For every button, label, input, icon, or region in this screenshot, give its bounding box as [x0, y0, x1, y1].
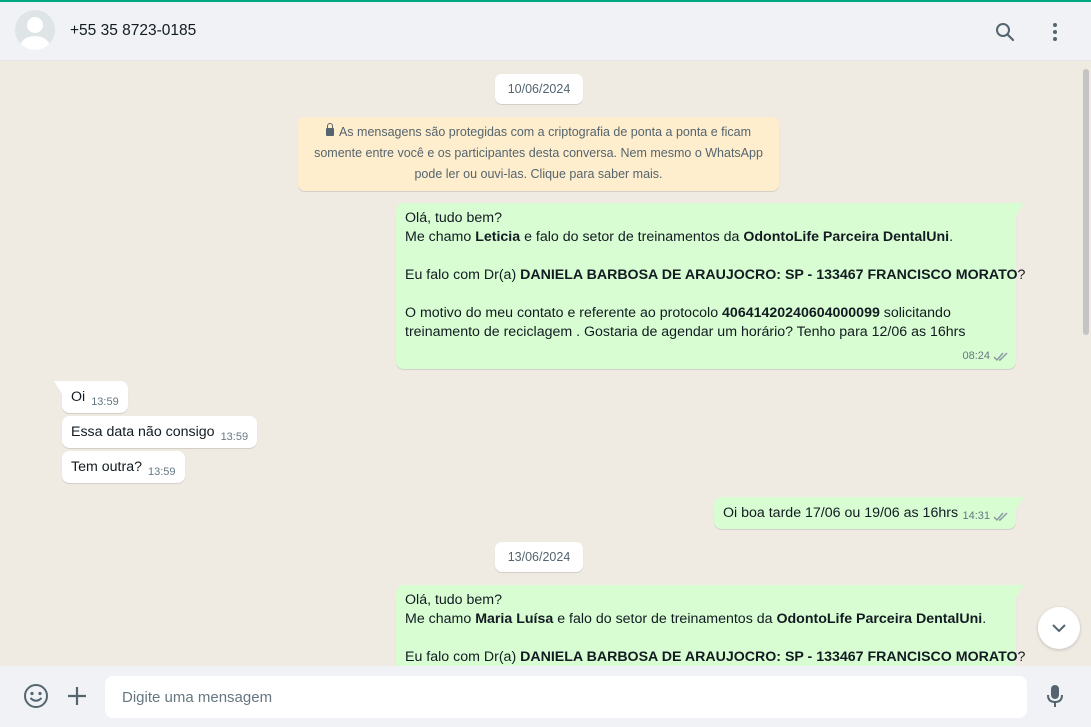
encryption-notice[interactable]: As mensagens são protegidas com a cripto… — [298, 117, 779, 191]
mic-icon[interactable] — [1041, 682, 1069, 710]
scroll-down-button[interactable] — [1038, 607, 1080, 649]
outgoing-message[interactable]: Oi boa tarde 17/06 ou 19/06 as 16hrs 14:… — [714, 497, 1024, 529]
encryption-text-2: somente entre você e os participantes de… — [314, 146, 763, 160]
date-chip: 13/06/2024 — [495, 542, 583, 572]
message-time: 13:59 — [147, 466, 176, 478]
message-text: Essa data não consigo — [71, 424, 215, 440]
composer — [0, 666, 1091, 727]
message-meta: 14:31 — [962, 507, 1009, 526]
double-check-icon — [993, 352, 1008, 362]
scrollbar[interactable] — [1083, 69, 1089, 335]
message-text: Me chamo Leticia e falo do setor de trei… — [405, 229, 954, 245]
message-text: Me chamo Maria Luísa e falo do setor de … — [405, 611, 987, 627]
message-text: Eu falo com Dr(a) DANIELA BARBOSA DE ARA… — [405, 649, 1026, 665]
message-input[interactable] — [105, 676, 1027, 718]
outgoing-message[interactable]: Olá, tudo bem? Me chamo Leticia e falo d… — [396, 203, 1026, 369]
message-text: Oi — [71, 389, 86, 405]
message-text: Tem outra? — [71, 459, 142, 475]
lock-icon — [325, 123, 334, 136]
contact-name[interactable]: +55 35 8723-0185 — [70, 22, 196, 40]
chevron-down-icon — [1052, 624, 1066, 633]
double-check-icon — [993, 512, 1008, 522]
message-text: Eu falo com Dr(a) DANIELA BARBOSA DE ARA… — [405, 267, 1026, 283]
avatar[interactable] — [15, 10, 55, 50]
message-time: 14:31 — [962, 510, 990, 522]
date-chip: 10/06/2024 — [495, 74, 583, 104]
message-time: 08:24 — [962, 350, 990, 362]
message-time: 13:59 — [91, 396, 119, 408]
menu-icon[interactable] — [1040, 17, 1070, 47]
message-text: treinamento de reciclagem . Gostaria de … — [405, 324, 966, 340]
emoji-icon[interactable] — [22, 682, 50, 710]
incoming-message[interactable]: Oi 13:59 — [54, 381, 128, 413]
message-text: Oi boa tarde 17/06 ou 19/06 as 16hrs — [723, 505, 959, 521]
message-meta: 08:24 — [962, 347, 1009, 366]
incoming-message[interactable]: Essa data não consigo 13:59 — [62, 416, 258, 448]
outgoing-message[interactable]: Olá, tudo bem? Me chamo Maria Luísa e fa… — [396, 585, 1026, 666]
incoming-message[interactable]: Tem outra? 13:59 — [62, 451, 185, 483]
message-text: O motivo do meu contato e referente ao p… — [405, 305, 951, 321]
message-time: 13:59 — [220, 431, 249, 443]
plus-icon[interactable] — [63, 682, 91, 710]
chat-area[interactable]: 10/06/2024 As mensagens são protegidas c… — [0, 61, 1091, 666]
message-text: Olá, tudo bem? — [405, 592, 503, 608]
message-text: Olá, tudo bem? — [405, 210, 503, 226]
encryption-text-1: As mensagens são protegidas com a cripto… — [338, 125, 752, 139]
chat-header: +55 35 8723-0185 — [0, 2, 1091, 61]
encryption-text-3: pode ler ou ouvi-las. Clique para saber … — [414, 167, 663, 181]
search-icon[interactable] — [990, 17, 1020, 47]
